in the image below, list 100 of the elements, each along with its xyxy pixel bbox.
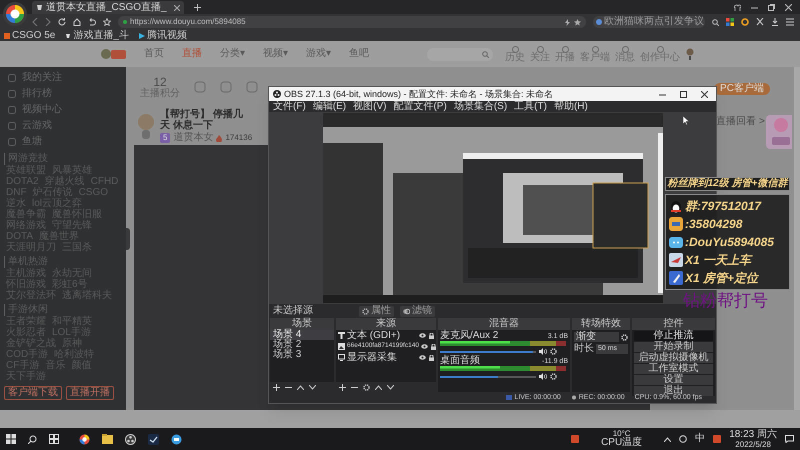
bookmark[interactable]: CSGO 5e bbox=[4, 30, 56, 40]
move-up-icon[interactable] bbox=[375, 384, 382, 390]
home-icon[interactable] bbox=[73, 18, 81, 26]
add-icon[interactable] bbox=[339, 384, 346, 390]
cat-icon bbox=[669, 217, 683, 231]
apps-icon[interactable] bbox=[726, 18, 734, 26]
restore-icon[interactable] bbox=[768, 4, 775, 11]
menu-item[interactable]: 视图(V) bbox=[353, 102, 386, 112]
gear-icon[interactable] bbox=[550, 348, 557, 355]
ring-icon[interactable] bbox=[741, 18, 749, 26]
forward-icon[interactable] bbox=[45, 18, 51, 26]
scene-item[interactable]: 场景 3 bbox=[270, 350, 334, 360]
nav-link[interactable]: 游戏▾ bbox=[306, 49, 331, 59]
eye-icon[interactable] bbox=[419, 354, 426, 360]
chat-app-icon[interactable] bbox=[171, 434, 182, 444]
reload-icon[interactable] bbox=[58, 18, 66, 26]
lock-icon[interactable] bbox=[430, 344, 436, 350]
speaker-icon[interactable] bbox=[539, 348, 547, 355]
menu-item[interactable]: 配置文件(P) bbox=[393, 102, 447, 112]
control-button[interactable]: 开始录制 bbox=[634, 342, 713, 352]
close-icon[interactable] bbox=[174, 4, 180, 10]
menu-item[interactable]: 场景集合(S) bbox=[454, 102, 508, 112]
download-icon[interactable] bbox=[771, 18, 779, 26]
gear-icon[interactable] bbox=[550, 373, 557, 380]
image-source-icon bbox=[338, 343, 345, 350]
control-button[interactable]: 设置 bbox=[634, 375, 713, 385]
eye-icon[interactable] bbox=[420, 344, 428, 348]
address-bar[interactable]: https://www.douyu.com/5894085 bbox=[118, 16, 586, 28]
menu-item[interactable]: 文件(F) bbox=[273, 102, 306, 112]
obs-app-icon[interactable] bbox=[125, 434, 136, 444]
ime-indicator[interactable]: 中 bbox=[695, 434, 706, 444]
shirt-icon[interactable] bbox=[734, 4, 741, 11]
tray-icon[interactable] bbox=[679, 435, 688, 443]
search-field[interactable]: 欧洲猫咪两点引发争议 bbox=[593, 16, 705, 28]
nav-link[interactable]: 直播 bbox=[182, 49, 202, 59]
bolt-icon[interactable] bbox=[565, 18, 570, 26]
source-item[interactable]: 文本 (GDI+) bbox=[336, 330, 436, 341]
search-icon[interactable] bbox=[712, 18, 719, 26]
filter-icon bbox=[403, 308, 410, 314]
client-button[interactable]: PC客户端 bbox=[714, 83, 770, 95]
lock-icon[interactable] bbox=[429, 332, 434, 338]
browser-tab[interactable]: 道贯本女直播_CSGO直播_ bbox=[32, 1, 184, 14]
header-icon bbox=[592, 46, 598, 52]
menu-icon[interactable] bbox=[786, 18, 794, 26]
header-icon bbox=[512, 46, 518, 52]
nav-link[interactable]: 鱼吧 bbox=[349, 49, 369, 59]
nav-link[interactable]: 首页 bbox=[144, 49, 164, 59]
undo-icon[interactable] bbox=[88, 18, 96, 26]
bookmark-icon bbox=[138, 32, 145, 38]
lock-icon[interactable] bbox=[429, 354, 434, 360]
scissors-icon[interactable] bbox=[756, 18, 764, 26]
tray-app-icon[interactable] bbox=[713, 435, 722, 443]
bookmark[interactable]: 游戏直播_斗 bbox=[65, 30, 129, 40]
task-view-icon[interactable] bbox=[49, 434, 59, 444]
replay-link[interactable]: 直播回看 > bbox=[716, 117, 765, 127]
nav-link[interactable]: 视频▾ bbox=[263, 49, 288, 59]
maximize-icon[interactable] bbox=[680, 90, 687, 98]
close-icon[interactable] bbox=[701, 90, 708, 98]
back-icon[interactable] bbox=[32, 18, 38, 26]
toolbar-button[interactable]: 属性 bbox=[359, 306, 394, 316]
scrollbar[interactable] bbox=[794, 67, 800, 410]
add-icon[interactable] bbox=[273, 384, 280, 390]
control-button[interactable]: 工作室模式 bbox=[634, 364, 713, 374]
windows-start-icon[interactable] bbox=[6, 434, 16, 444]
search-field[interactable] bbox=[427, 48, 493, 60]
bookmark[interactable]: 腾讯视频 bbox=[138, 30, 187, 40]
gear-icon[interactable] bbox=[621, 334, 628, 340]
move-down-icon[interactable] bbox=[387, 384, 394, 390]
star-icon[interactable] bbox=[574, 18, 581, 26]
source-item[interactable]: 显示器采集 bbox=[336, 352, 436, 363]
chevron-up-icon[interactable] bbox=[664, 436, 672, 442]
menu-item[interactable]: 帮助(H) bbox=[554, 102, 588, 112]
browser-app-icon[interactable] bbox=[79, 434, 90, 444]
bookmark-star-icon[interactable] bbox=[103, 18, 111, 26]
move-up-icon[interactable] bbox=[297, 384, 304, 390]
control-button[interactable]: 停止推流 bbox=[634, 331, 713, 341]
menu-item[interactable]: 工具(T) bbox=[514, 102, 547, 112]
steam-app-icon[interactable] bbox=[148, 434, 159, 444]
folder-icon[interactable] bbox=[102, 434, 113, 444]
tray-app-icon[interactable] bbox=[571, 435, 580, 443]
move-down-icon[interactable] bbox=[309, 384, 316, 390]
nav-link[interactable]: 分类▾ bbox=[220, 49, 245, 59]
sidebar-button[interactable]: 客户端下载 bbox=[4, 386, 62, 400]
scene-item[interactable]: 场景 4 bbox=[270, 330, 334, 340]
clock[interactable]: 18:23 周六 2022/5/28 bbox=[729, 430, 777, 448]
browser-logo-icon[interactable] bbox=[3, 2, 27, 26]
speaker-icon[interactable] bbox=[539, 373, 547, 380]
toolbar-button[interactable]: 滤镜 bbox=[400, 306, 435, 316]
transition-select[interactable]: 渐变 bbox=[574, 332, 619, 342]
close-icon[interactable] bbox=[785, 4, 792, 11]
menu-item[interactable]: 编辑(E) bbox=[312, 102, 346, 112]
eye-icon[interactable] bbox=[419, 332, 426, 338]
scene-item[interactable]: 场景 2 bbox=[270, 340, 334, 350]
control-button[interactable]: 启动虚拟摄像机 bbox=[634, 353, 713, 363]
gear-icon[interactable] bbox=[363, 384, 370, 390]
collapse-handle[interactable] bbox=[126, 228, 130, 250]
new-tab-icon[interactable] bbox=[194, 4, 201, 11]
avatar-icon[interactable] bbox=[685, 48, 695, 60]
sidebar-button[interactable]: 直播开播 bbox=[66, 386, 114, 400]
notification-icon[interactable] bbox=[785, 435, 794, 443]
